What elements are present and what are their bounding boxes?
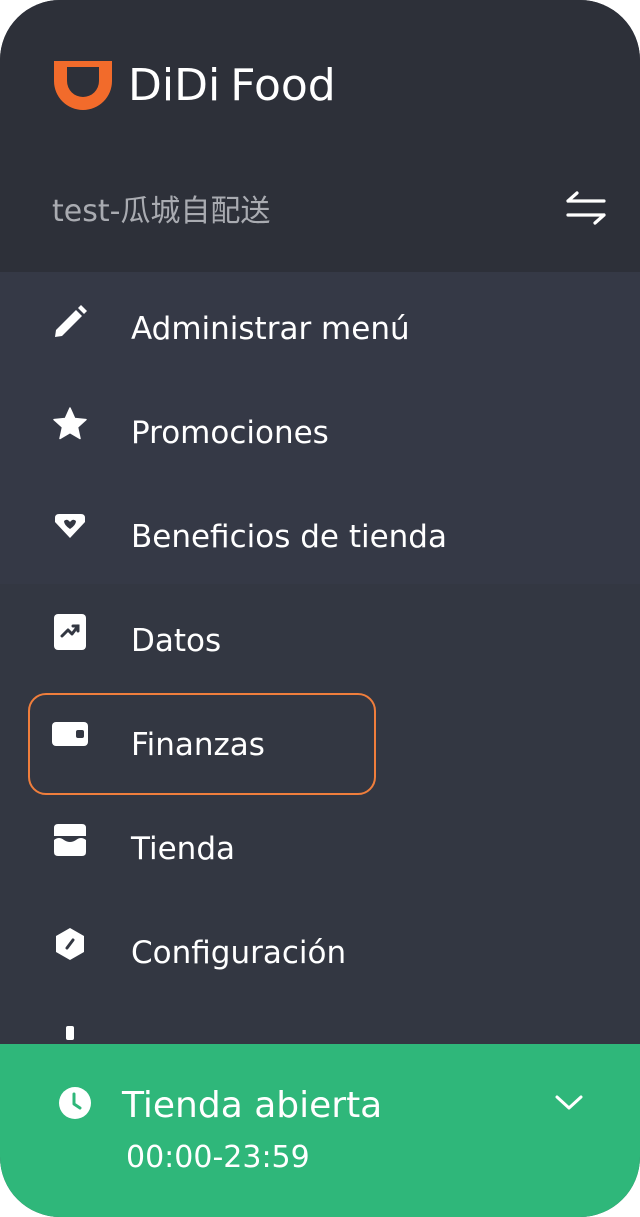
store-name: test-瓜城自配送 [52, 194, 271, 229]
chart-doc-icon [54, 614, 86, 650]
store-hours: 00:00-23:59 [126, 1140, 310, 1175]
menu-item-label: Datos [131, 623, 222, 659]
logo-word-didi: DiDi [128, 60, 221, 111]
clock-icon [59, 1087, 91, 1119]
store-status-title: Tienda abierta [122, 1085, 383, 1126]
menu-item-tienda[interactable]: Tienda [0, 792, 640, 896]
logo-text: DiDi Food [128, 64, 336, 108]
app-window: DiDi Food test-瓜城自配送 Administrar menú Pro… [0, 0, 640, 1217]
sidebar-header: DiDi Food test-瓜城自配送 [0, 0, 640, 272]
next-menu-item-icon [66, 1026, 74, 1040]
menu-item-label: Beneficios de tienda [131, 519, 447, 555]
menu-item-label: Administrar menú [131, 311, 410, 347]
sidebar-menu: Administrar menú Promociones Beneficios … [0, 272, 640, 1000]
store-selector[interactable]: test-瓜城自配送 [52, 182, 608, 234]
didi-food-logo: DiDi Food [52, 56, 336, 116]
menu-item-label: Configuración [131, 935, 347, 971]
heart-tag-icon [55, 514, 85, 538]
menu-item-administrar-menu[interactable]: Administrar menú [0, 272, 640, 376]
menu-item-datos[interactable]: Datos [0, 584, 640, 688]
menu-item-finanzas[interactable]: Finanzas [0, 688, 640, 792]
logo-word-food: Food [230, 60, 336, 111]
menu-item-beneficios-de-tienda[interactable]: Beneficios de tienda [0, 480, 640, 584]
menu-item-label: Tienda [131, 831, 235, 867]
didi-logo-icon [54, 61, 112, 110]
menu-item-label: Promociones [131, 415, 329, 451]
switch-arrows-icon[interactable] [564, 188, 608, 228]
chevron-down-icon[interactable] [553, 1090, 585, 1114]
pencil-icon [55, 305, 87, 337]
menu-item-configuracion[interactable]: Configuración [0, 896, 640, 1000]
menu-item-label: Finanzas [131, 727, 265, 763]
storefront-icon [54, 824, 86, 856]
wallet-icon [52, 722, 88, 746]
star-icon [53, 407, 87, 440]
hexagon-gear-icon [56, 928, 84, 960]
menu-item-promociones[interactable]: Promociones [0, 376, 640, 480]
